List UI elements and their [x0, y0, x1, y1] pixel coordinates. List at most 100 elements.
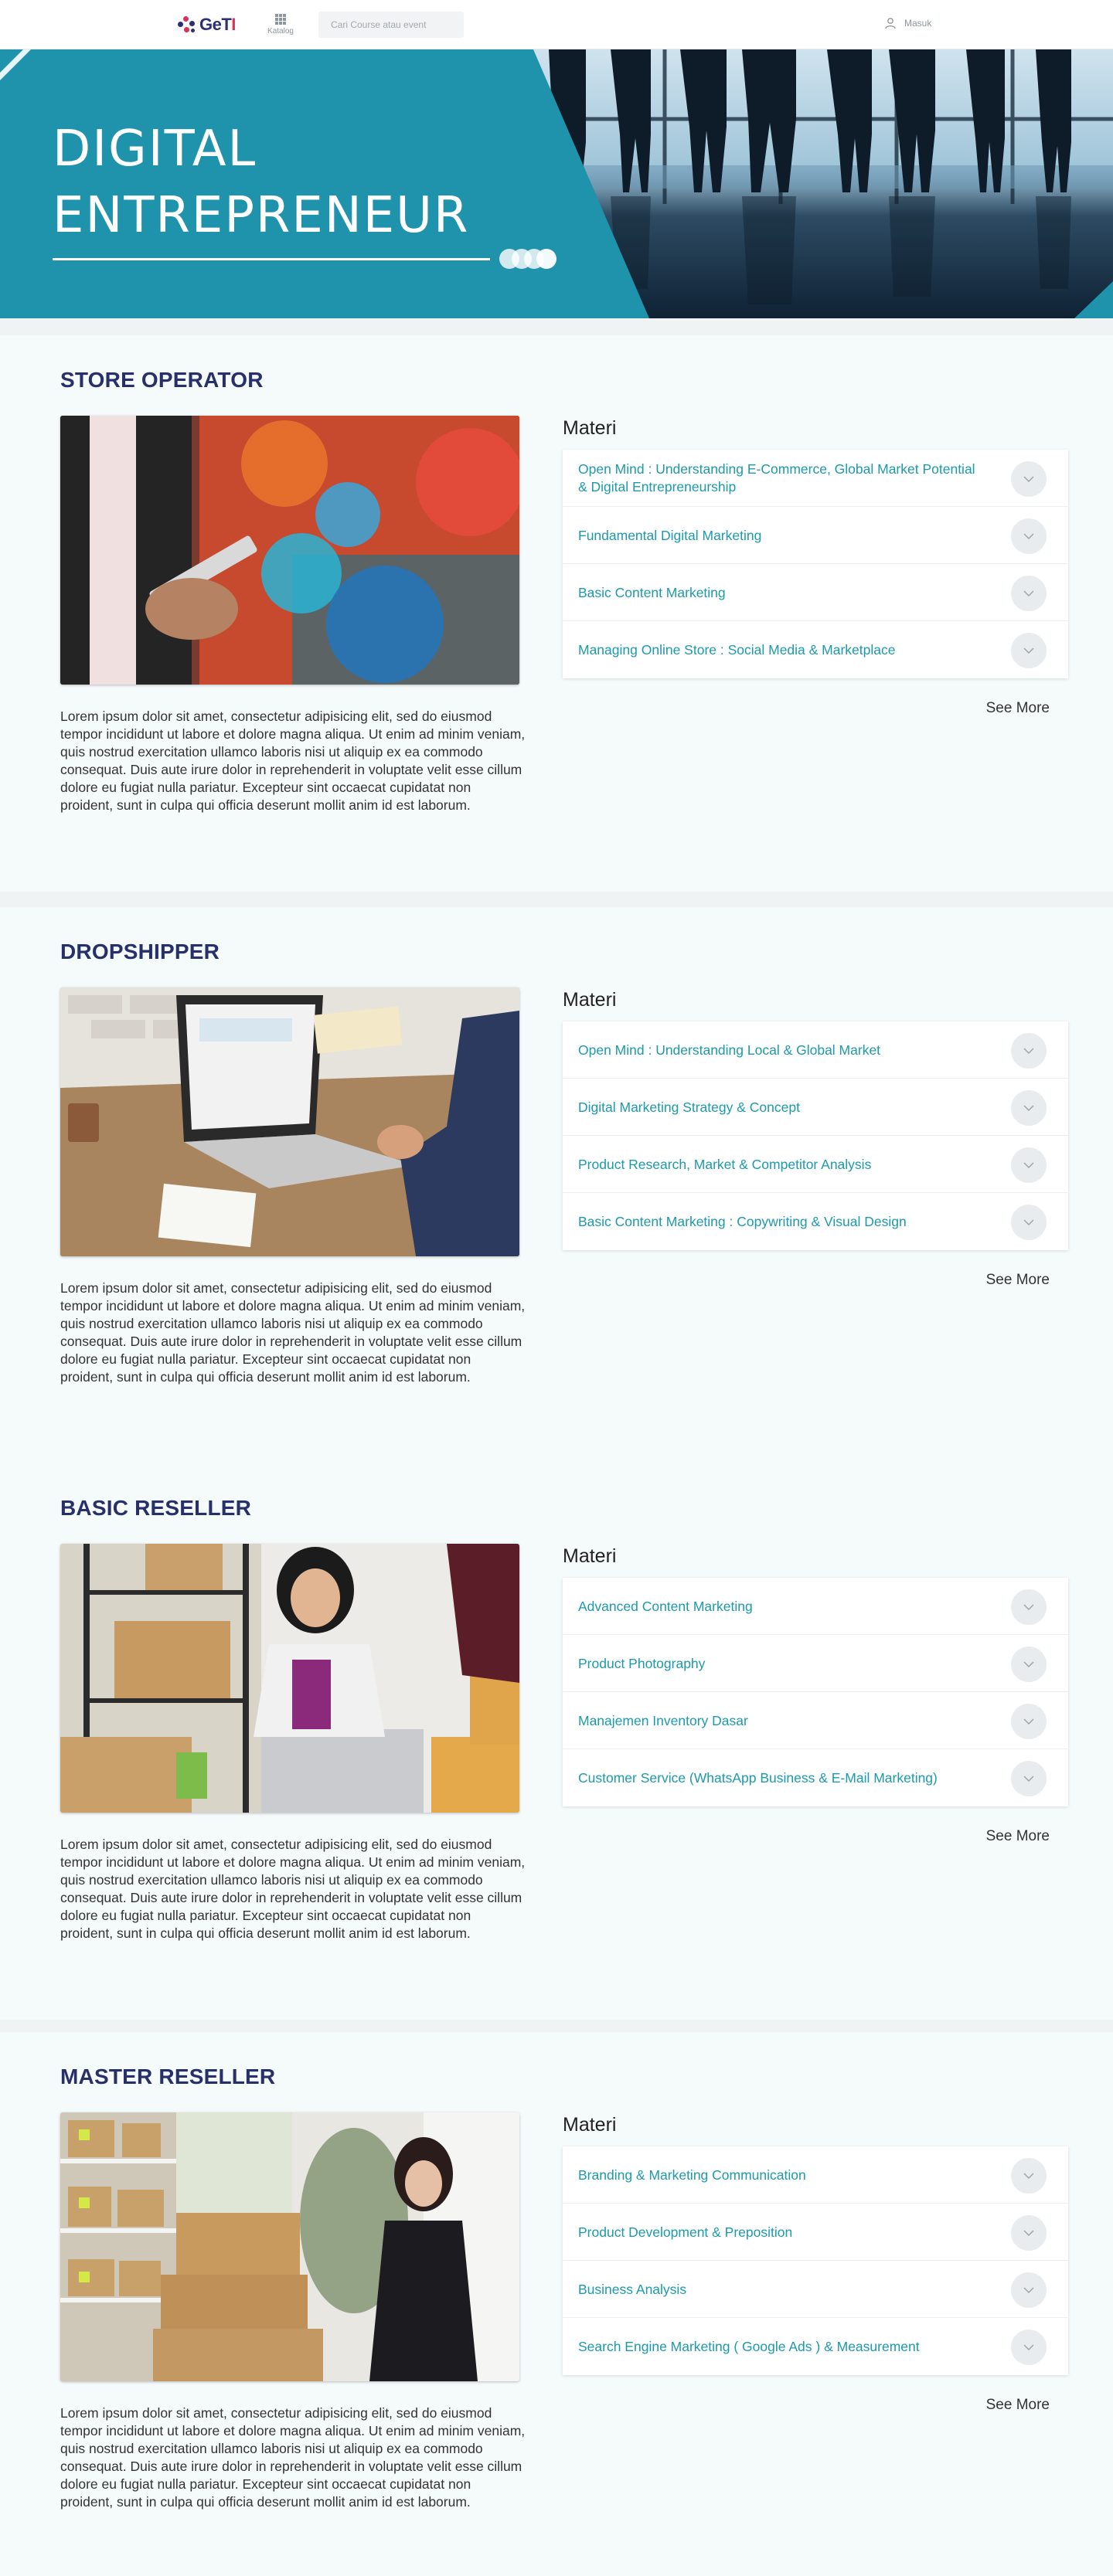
katalog-button[interactable]: Katalog: [263, 12, 298, 40]
expand-button[interactable]: [1011, 1704, 1047, 1739]
login-button[interactable]: Masuk: [884, 17, 931, 29]
materi-item-label: Business Analysis: [578, 2281, 687, 2297]
logo-icon: [175, 14, 198, 36]
section-description: Lorem ipsum dolor sit amet, consectetur …: [60, 1280, 526, 1385]
materi-item-label: Product Development & Preposition: [578, 2224, 793, 2240]
materi-item[interactable]: Open Mind : Understanding E-Commerce, Gl…: [563, 450, 1068, 507]
materi-item-label: Customer Service (WhatsApp Business & E-…: [578, 1769, 938, 1786]
see-more-link[interactable]: See More: [957, 2397, 1050, 2414]
see-more-link[interactable]: See More: [957, 1828, 1050, 1845]
user-icon: [885, 18, 896, 29]
section-basic-reseller: BASIC RESELLER Materi Advanced Content M…: [0, 1463, 1113, 2020]
materi-item-label: Advanced Content Marketing: [578, 1598, 753, 1614]
katalog-label: Katalog: [267, 27, 294, 36]
chevron-down-icon: [1023, 2344, 1034, 2350]
see-more-link[interactable]: See More: [957, 1272, 1050, 1289]
materi-item[interactable]: Fundamental Digital Marketing: [563, 507, 1068, 564]
materi-heading: Materi: [563, 989, 617, 1011]
materi-item-label: Basic Content Marketing: [578, 584, 726, 600]
grid-icon: [275, 14, 286, 25]
expand-button[interactable]: [1011, 1647, 1047, 1682]
materi-item-label: Branding & Marketing Communication: [578, 2166, 806, 2183]
expand-button[interactable]: [1011, 2272, 1047, 2308]
chevron-down-icon: [1023, 1776, 1034, 1782]
section-title: STORE OPERATOR: [60, 368, 264, 392]
hero-title: DIGITAL ENTREPRENEUR: [53, 121, 470, 244]
materi-item[interactable]: Product Development & Preposition: [563, 2204, 1068, 2261]
section-description: Lorem ipsum dolor sit amet, consectetur …: [60, 1837, 526, 1941]
materi-heading: Materi: [563, 417, 617, 439]
expand-button[interactable]: [1011, 1205, 1047, 1240]
top-navbar: GeTI Katalog Masuk: [0, 0, 1113, 49]
materi-heading: Materi: [563, 2114, 617, 2136]
expand-button[interactable]: [1011, 1033, 1047, 1069]
materi-item-label: Manajemen Inventory Dasar: [578, 1712, 748, 1728]
expand-button[interactable]: [1011, 2158, 1047, 2194]
section-title: BASIC RESELLER: [60, 1496, 252, 1520]
materi-item[interactable]: Product Photography: [563, 1635, 1068, 1692]
section-description: Lorem ipsum dolor sit amet, consectetur …: [60, 709, 526, 813]
laptop-desk-image: [60, 987, 519, 1256]
expand-button[interactable]: [1011, 2215, 1047, 2251]
materi-item[interactable]: Open Mind : Understanding Local & Global…: [563, 1021, 1068, 1079]
business-touchscreen-image: [60, 416, 519, 685]
search-input[interactable]: [318, 12, 464, 38]
section-title: DROPSHIPPER: [60, 940, 220, 963]
expand-button[interactable]: [1011, 461, 1047, 497]
section-dropshipper: DROPSHIPPER Materi Open Mind : Understan…: [0, 907, 1113, 1463]
materi-item-label: Digital Marketing Strategy & Concept: [578, 1099, 800, 1115]
expand-button[interactable]: [1011, 1589, 1047, 1625]
chevron-down-icon: [1023, 533, 1034, 539]
warehouse-phone-image: [60, 2112, 519, 2381]
reseller-phone-boxes-image: [60, 1544, 519, 1813]
chevron-down-icon: [1023, 1162, 1034, 1168]
materi-item-label: Search Engine Marketing ( Google Ads ) &…: [578, 2338, 920, 2354]
chevron-down-icon: [1023, 1661, 1034, 1667]
materi-item[interactable]: Advanced Content Marketing: [563, 1578, 1068, 1635]
materi-item[interactable]: Business Analysis: [563, 2261, 1068, 2318]
expand-button[interactable]: [1011, 576, 1047, 611]
chevron-down-icon: [1023, 647, 1034, 654]
materi-item-label: Basic Content Marketing : Copywriting & …: [578, 1213, 907, 1229]
section-store-operator: STORE OPERATOR Materi Open Mind : Unders…: [0, 335, 1113, 892]
materi-item-label: Managing Online Store : Social Media & M…: [578, 641, 896, 658]
materi-item[interactable]: Managing Online Store : Social Media & M…: [563, 621, 1068, 678]
materi-item[interactable]: Branding & Marketing Communication: [563, 2146, 1068, 2204]
hero-dots: [499, 249, 561, 269]
materi-item-label: Product Research, Market & Competitor An…: [578, 1156, 872, 1172]
logo-text: GeTI: [199, 15, 236, 34]
materi-heading: Materi: [563, 1545, 617, 1567]
logo[interactable]: GeTI: [175, 14, 236, 36]
chevron-down-icon: [1023, 2230, 1034, 2236]
chevron-down-icon: [1023, 2287, 1034, 2293]
expand-button[interactable]: [1011, 1090, 1047, 1126]
expand-button[interactable]: [1011, 1147, 1047, 1183]
materi-item[interactable]: Basic Content Marketing : Copywriting & …: [563, 1193, 1068, 1250]
expand-button[interactable]: [1011, 2330, 1047, 2365]
materi-item[interactable]: Digital Marketing Strategy & Concept: [563, 1079, 1068, 1136]
expand-button[interactable]: [1011, 633, 1047, 668]
materi-item-label: Open Mind : Understanding Local & Global…: [578, 1042, 881, 1058]
materi-item-label: Open Mind : Understanding E-Commerce, Gl…: [578, 461, 975, 494]
chevron-down-icon: [1023, 1219, 1034, 1225]
materi-item[interactable]: Customer Service (WhatsApp Business & E-…: [563, 1749, 1068, 1806]
section-title: MASTER RESELLER: [60, 2065, 276, 2088]
materi-item-label: Fundamental Digital Marketing: [578, 527, 762, 543]
materi-item[interactable]: Product Research, Market & Competitor An…: [563, 1136, 1068, 1193]
materi-item[interactable]: Search Engine Marketing ( Google Ads ) &…: [563, 2318, 1068, 2375]
login-label: Masuk: [904, 18, 932, 29]
section-description: Lorem ipsum dolor sit amet, consectetur …: [60, 2405, 526, 2510]
chevron-down-icon: [1023, 1604, 1034, 1610]
hero-banner: DIGITAL ENTREPRENEUR: [0, 49, 1113, 318]
expand-button[interactable]: [1011, 1761, 1047, 1796]
chevron-down-icon: [1023, 1105, 1034, 1111]
chevron-down-icon: [1023, 1718, 1034, 1725]
chevron-down-icon: [1023, 590, 1034, 596]
materi-list: Advanced Content Marketing Product Photo…: [563, 1578, 1068, 1806]
materi-item[interactable]: Manajemen Inventory Dasar: [563, 1692, 1068, 1749]
materi-item[interactable]: Basic Content Marketing: [563, 564, 1068, 621]
chevron-down-icon: [1023, 2173, 1034, 2179]
chevron-down-icon: [1023, 476, 1034, 482]
see-more-link[interactable]: See More: [957, 700, 1050, 717]
expand-button[interactable]: [1011, 518, 1047, 554]
